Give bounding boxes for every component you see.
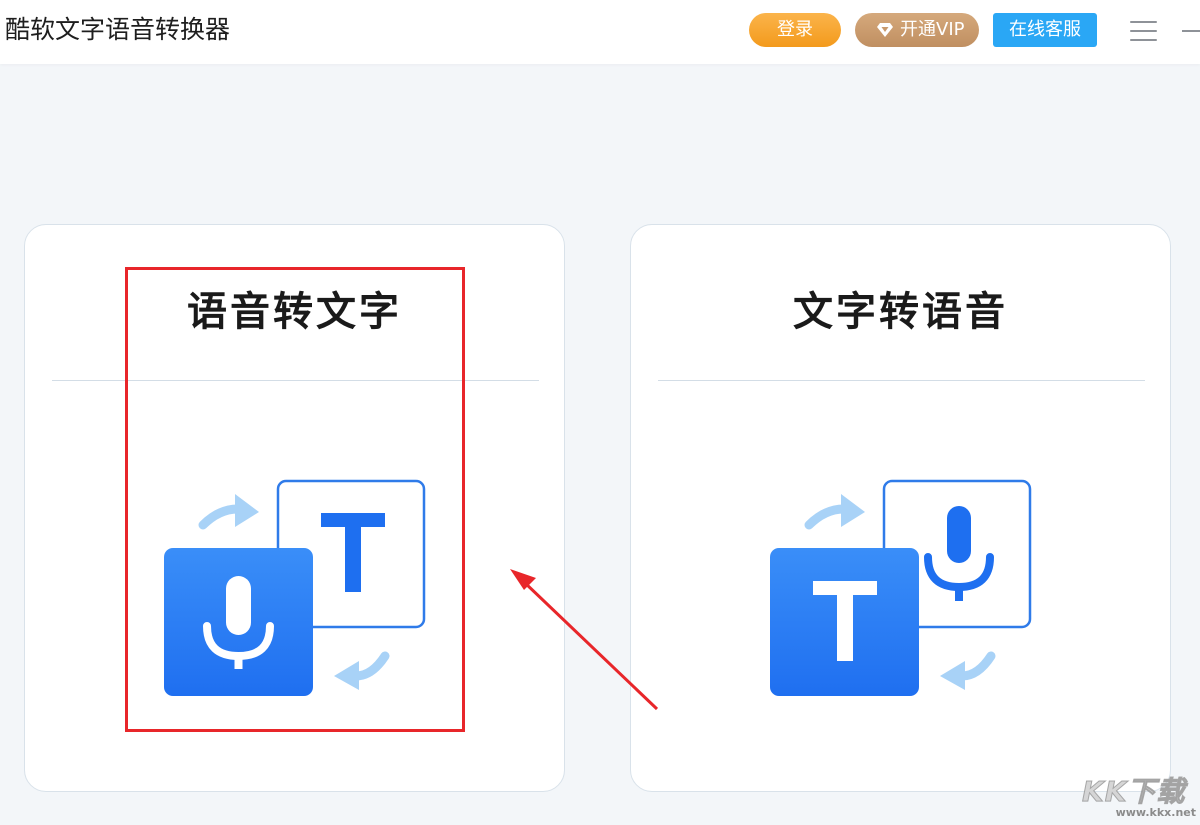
vip-button-label: 开通VIP <box>900 19 965 40</box>
card-divider <box>658 380 1145 381</box>
watermark-url: www.kkx.net <box>1115 806 1196 819</box>
card-title: 文字转语音 <box>793 289 1008 335</box>
diamond-icon <box>877 23 893 37</box>
card-title: 语音转文字 <box>187 289 402 335</box>
microphone-icon <box>924 506 994 601</box>
text-to-speech-card[interactable]: 文字转语音 <box>630 224 1171 792</box>
curved-arrow-icon <box>334 651 390 690</box>
card-divider <box>52 380 539 381</box>
microphone-icon <box>203 576 274 669</box>
letter-t-icon <box>321 513 385 592</box>
letter-t-icon <box>813 581 877 661</box>
vip-button[interactable]: 开通VIP <box>855 13 979 47</box>
online-service-button[interactable]: 在线客服 <box>993 13 1097 47</box>
hamburger-menu-icon[interactable] <box>1130 20 1158 42</box>
curved-arrow-icon <box>198 494 259 530</box>
app-title: 酷软文字语音转换器 <box>5 15 231 44</box>
login-button[interactable]: 登录 <box>749 13 841 47</box>
title-bar: 酷软文字语音转换器 登录 开通VIP 在线客服 <box>0 0 1200 64</box>
minimize-icon[interactable] <box>1180 22 1200 38</box>
curved-arrow-icon <box>940 651 996 690</box>
speech-to-text-card[interactable]: 语音转文字 <box>24 224 565 792</box>
curved-arrow-icon <box>804 494 865 530</box>
